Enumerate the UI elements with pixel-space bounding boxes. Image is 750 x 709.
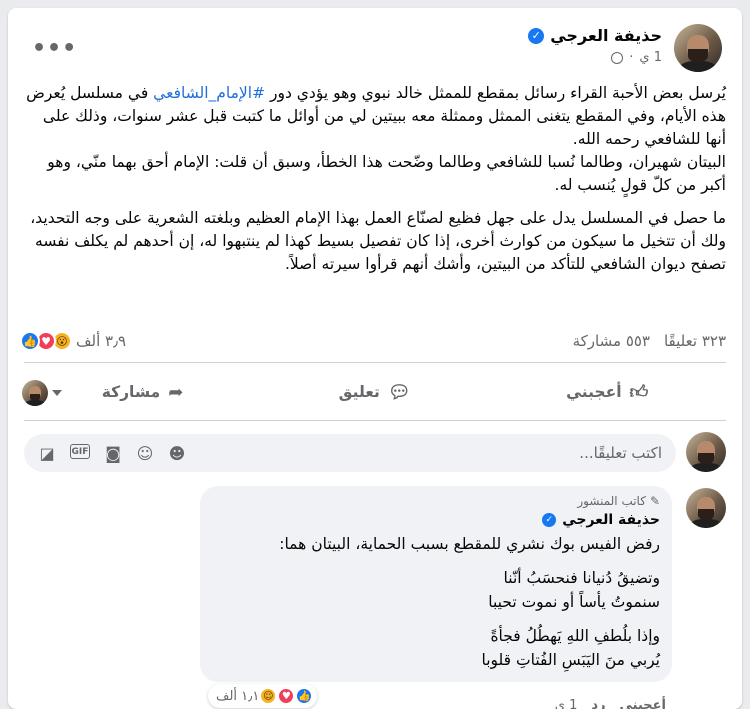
pen-icon: ✎ (649, 494, 660, 508)
dot-separator: · (629, 50, 634, 65)
commenter-avatar[interactable] (686, 488, 726, 528)
globe-icon[interactable] (611, 51, 624, 64)
verse-2b: يُربي منَ اليَبَسِ الفُتاتِ قلوبا (481, 651, 661, 669)
divider (24, 362, 726, 363)
share-label: مشاركة (101, 383, 161, 401)
share-icon: ➦ (168, 381, 184, 403)
comment-icon: 💬︎ (387, 381, 411, 403)
divider (24, 420, 726, 421)
comment-like-button[interactable]: أعجبني (620, 698, 666, 709)
more-options-icon[interactable]: ••• (32, 36, 77, 61)
comment-label: تعليق (338, 383, 380, 401)
post-card: حذيفة العرجي ✓ 1 ي · ••• يُرسل بعض الأحب… (8, 8, 742, 709)
thumbs-up-icon: 👍︎ (629, 382, 649, 403)
post-text: يُرسل بعض الأحبة القراء رسائل بمقطع للمم… (24, 82, 726, 286)
post-as-selector[interactable] (22, 380, 62, 406)
post-actions: 👍︎ أعجبني 💬︎ تعليق ➦ مشاركة (24, 370, 726, 414)
post-paragraph-1-text: يُرسل بعض الأحبة القراء رسائل بمقطع للمم… (265, 84, 726, 102)
comment-author-name[interactable]: حذيفة العرجي (562, 512, 660, 528)
comments-count[interactable]: ٣٢٣ تعليقًا (664, 332, 726, 350)
emoji-icon[interactable]: ☺ (136, 444, 154, 463)
comment-composer: اكتب تعليقًا... ◪ GIF ◙ ☺ ☻ (24, 430, 726, 476)
avatar-sticker-icon[interactable]: ☻ (168, 444, 186, 463)
comment-reply-button[interactable]: رد (591, 698, 605, 709)
comment-placeholder: اكتب تعليقًا... (579, 444, 662, 462)
composer-icons: ◪ GIF ◙ ☺ ☻ (38, 444, 186, 463)
like-reaction-icon: 👍 (295, 687, 314, 705)
comment-input[interactable]: اكتب تعليقًا... ◪ GIF ◙ ☺ ☻ (24, 434, 676, 472)
like-reaction-icon: 👍 (20, 331, 40, 351)
author-avatar[interactable] (674, 24, 722, 72)
gif-icon[interactable]: GIF (70, 444, 90, 459)
post-meta: 1 ي · (611, 50, 662, 65)
comment-author-row: حذيفة العرجي ✓ (212, 512, 660, 528)
post-time[interactable]: 1 ي (639, 50, 662, 65)
author-name-row: حذيفة العرجي ✓ (528, 26, 662, 45)
comment-actions: أعجبني رد 1 ي (555, 698, 666, 709)
viewer-avatar-small (22, 380, 48, 406)
verified-badge-icon: ✓ (528, 27, 545, 44)
post-paragraph-1: يُرسل بعض الأحبة القراء رسائل بمقطع للمم… (24, 82, 726, 197)
post-header: حذيفة العرجي ✓ 1 ي · ••• (24, 22, 726, 74)
post-paragraph-1-line2: البيتان شهيران، وطالما نُسبا للشافعي وطا… (47, 153, 726, 194)
comment-line-1: رفض الفيس بوك نشري للمقطع بسبب الحماية، … (279, 535, 660, 553)
camera-icon[interactable]: ◙ (104, 444, 122, 463)
viewer-avatar[interactable] (686, 432, 726, 472)
verse-1a: وتضيقُ دُنيانا فنحسَبُ أنّنا (503, 569, 660, 587)
author-tag: ✎ كاتب المنشور (212, 494, 660, 508)
like-label: أعجبني (566, 383, 622, 401)
reactions-count[interactable]: ٣٫٩ ألف (76, 332, 126, 350)
reaction-icons: 😮 ♥ 👍 (20, 331, 72, 351)
comment-time[interactable]: 1 ي (555, 698, 578, 709)
comment-text: رفض الفيس بوك نشري للمقطع بسبب الحماية، … (212, 532, 660, 672)
sticker-icon[interactable]: ◪ (38, 444, 56, 463)
comment-reactions-count: ١٫١ ألف (216, 688, 260, 704)
author-tag-label: كاتب المنشور (577, 494, 646, 508)
care-reaction-icon: ☺ (259, 687, 278, 705)
verse-2a: وإذا بلُطفِ اللهِ يَهطُلُ فجأةً (490, 627, 660, 645)
comment-button[interactable]: 💬︎ تعليق (319, 376, 431, 409)
comment-bubble: ✎ كاتب المنشور حذيفة العرجي ✓ رفض الفيس … (200, 486, 672, 682)
verified-badge-icon: ✓ (542, 513, 557, 527)
post-paragraph-2: ما حصل في المسلسل يدل على جهل فظيع لصنّا… (30, 209, 726, 273)
verse-1b: سنموتُ يأساً أو نموت تحيبا (488, 593, 660, 611)
like-button[interactable]: 👍︎ أعجبني (546, 375, 668, 409)
love-reaction-icon: ♥ (277, 687, 296, 705)
share-button[interactable]: ➦ مشاركة (82, 376, 204, 409)
chevron-down-icon (52, 390, 62, 396)
author-name[interactable]: حذيفة العرجي (550, 26, 662, 45)
reactions-summary[interactable]: ٣٫٩ ألف 😮 ♥ 👍 (20, 331, 126, 351)
post-stats: ٣٢٣ تعليقًا ٥٥٣ مشاركة ٣٫٩ ألف 😮 ♥ 👍 (20, 326, 726, 356)
comment-reactions[interactable]: 👍 ♥ ☺ ١٫١ ألف (208, 684, 318, 708)
hashtag-link[interactable]: #الإمام_الشافعي (153, 84, 265, 102)
engagement-counts: ٣٢٣ تعليقًا ٥٥٣ مشاركة (573, 332, 726, 350)
shares-count[interactable]: ٥٥٣ مشاركة (573, 332, 650, 350)
